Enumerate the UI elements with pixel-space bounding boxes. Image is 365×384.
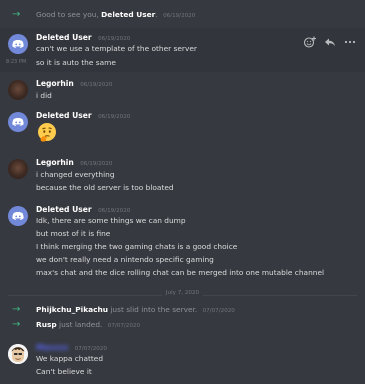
chat-messages: → Good to see you, Deleted User. 06/19/2… [0,0,365,384]
message-group[interactable]: Maxxxx 07/07/2020 We kappa chatted Can't… [0,342,365,382]
system-timestamp: 07/07/2020 [107,323,141,329]
message-header: Deleted User 06/19/2020 [36,110,130,122]
username[interactable]: Legorhin [36,79,74,88]
message-text: so it is auto the same [36,58,116,67]
message-group[interactable]: Deleted User 06/19/2020 can't we use a t… [0,28,365,72]
message-text: we don't really need a nintendo specific… [36,255,214,264]
system-message-join: → Rusp just landed. 07/07/2020 [0,316,365,334]
system-text: just landed. [59,320,103,329]
message-text: i changed everything [36,170,115,179]
username[interactable]: Deleted User [36,33,92,42]
message-text: i did [36,91,52,100]
system-text: Good to see you, [36,10,99,19]
message-group[interactable]: Deleted User 06/19/2020 [0,110,365,150]
avatar[interactable] [8,112,28,132]
message-text: because the old server is too bloated [36,183,174,192]
timestamp: 06/19/2020 [80,82,113,88]
discord-logo-icon [12,212,24,220]
message-text: Idk, there are some things we can dump [36,216,186,225]
more-options-icon[interactable] [343,34,357,48]
message-text: I think merging the two gaming chats is … [36,242,238,251]
discord-logo-icon [12,40,24,48]
timestamp: 06/19/2020 [98,208,131,214]
message-text: can't we use a template of the other ser… [36,44,197,53]
username[interactable]: Legorhin [36,158,74,167]
kappa-face-icon [8,344,28,364]
date-divider-label: July 7, 2020 [161,290,204,296]
message-header: Legorhin 06/19/2020 [36,78,112,90]
system-timestamp: 07/07/2020 [202,308,235,314]
message-header: Legorhin 06/19/2020 [36,157,112,169]
username[interactable]: Deleted User [36,205,92,214]
system-message-welcome: → Good to see you, Deleted User. 06/19/2… [0,6,365,24]
message-group[interactable]: Deleted User 06/19/2020 Idk, there are s… [0,204,365,284]
join-arrow-icon: → [12,9,21,20]
thinking-face-icon [36,122,58,144]
join-arrow-icon: → [12,319,21,330]
system-username[interactable]: Phijkchu_Pikachu [36,305,108,314]
message-text: but most of it is fine [36,229,111,238]
avatar[interactable] [8,80,28,100]
avatar[interactable] [8,344,28,364]
message-text: max's chat and the dice rolling chat can… [36,268,325,277]
message-toolbar [303,34,357,48]
reply-icon[interactable] [323,34,337,48]
timestamp: 07/07/2020 [74,346,107,352]
add-reaction-icon[interactable] [303,34,317,48]
timestamp: 06/19/2020 [80,161,113,167]
system-timestamp: 06/19/2020 [163,13,196,19]
avatar[interactable] [8,206,28,226]
system-username[interactable]: Rusp [36,320,57,329]
message-group[interactable]: Legorhin 06/19/2020 i did [0,78,365,106]
message-text: Can't believe it [36,367,92,376]
avatar[interactable] [8,34,28,54]
username[interactable]: Maxxxx [36,343,68,352]
message-group[interactable]: Legorhin 06/19/2020 i changed everything… [0,157,365,197]
message-text: We kappa chatted [36,354,104,363]
timestamp: 06/19/2020 [98,36,131,42]
hover-timestamp: 8:23 PM [6,59,27,65]
system-username[interactable]: Deleted User [101,10,155,19]
avatar[interactable] [8,159,28,179]
timestamp: 06/19/2020 [98,114,131,120]
username[interactable]: Deleted User [36,111,92,120]
discord-logo-icon [12,118,24,126]
system-text: just slid into the server. [110,305,198,314]
